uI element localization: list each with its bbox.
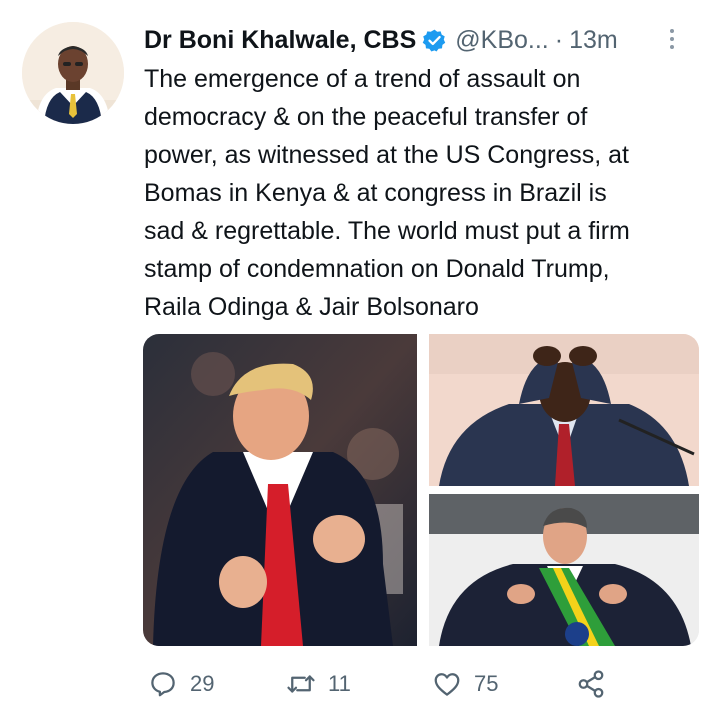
- share-icon: [578, 670, 604, 698]
- like-button[interactable]: 75: [432, 664, 498, 704]
- tweet-text: The emergence of a trend of assault on d…: [144, 65, 630, 321]
- tweet-timestamp[interactable]: 13m: [569, 26, 618, 55]
- reply-count: 29: [190, 671, 215, 696]
- heart-icon: [434, 673, 460, 696]
- share-button[interactable]: [576, 664, 606, 704]
- avatar[interactable]: [22, 22, 124, 124]
- like-count: 75: [474, 671, 499, 696]
- retweet-icon: [287, 675, 315, 693]
- media-photo-2[interactable]: [429, 334, 699, 486]
- retweet-button[interactable]: 11: [286, 664, 351, 704]
- avatar-image: [22, 22, 124, 124]
- media-photo-1[interactable]: [143, 334, 417, 646]
- verified-badge-icon: [422, 28, 447, 53]
- author-name[interactable]: Dr Boni Khalwale, CBS: [144, 26, 416, 55]
- tweet-header: Dr Boni Khalwale, CBS @KBo... · 13m: [144, 24, 704, 56]
- author-handle[interactable]: @KBo...: [455, 26, 548, 55]
- retweet-count: 11: [328, 671, 351, 696]
- tweet-card[interactable]: Dr Boni Khalwale, CBS @KBo... · 13m The …: [0, 0, 720, 728]
- media-photo-3[interactable]: [429, 494, 699, 646]
- tweet-actions: 29 11 75: [144, 664, 624, 704]
- more-options-icon[interactable]: [664, 24, 680, 54]
- separator-dot: ·: [554, 25, 564, 54]
- reply-icon: [151, 672, 175, 697]
- media-grid: [143, 334, 699, 646]
- reply-button[interactable]: 29: [148, 664, 214, 704]
